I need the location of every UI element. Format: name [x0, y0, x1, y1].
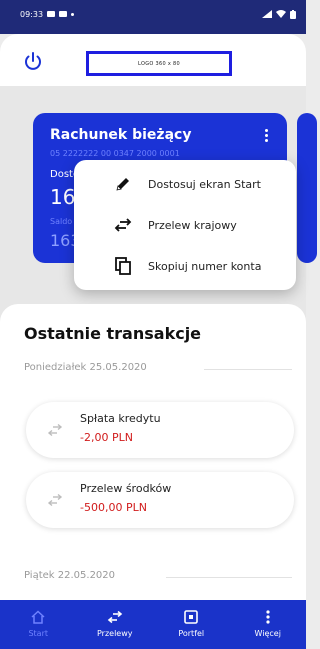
wifi-icon	[276, 10, 286, 18]
menu-dot-icon	[264, 134, 268, 137]
recent-transactions-panel: Ostatnie transakcje Poniedziałek 25.05.2…	[0, 304, 306, 600]
pencil-icon	[112, 173, 134, 195]
menu-item-customize-start[interactable]: Dostosuj ekran Start	[74, 164, 296, 204]
menu-item-copy-account-number[interactable]: Skopiuj numer konta	[74, 246, 296, 286]
nav-label: Przelewy	[96, 629, 133, 638]
bottom-navigation: Start Przelewy Portfel Więcej	[0, 600, 306, 649]
nav-label: Portfel	[178, 629, 205, 638]
account-title: Rachunek bieżący	[50, 127, 192, 143]
home-icon	[30, 609, 46, 625]
notification-dot-icon	[71, 12, 75, 16]
date-header: Piątek 22.05.2020	[24, 570, 116, 581]
status-time: 09:33	[20, 9, 44, 19]
menu-item-label: Przelew krajowy	[148, 218, 237, 232]
status-right	[262, 9, 296, 19]
signal-icon	[262, 10, 272, 18]
transaction-item[interactable]: Przelew środków -500,00 PLN	[26, 472, 294, 528]
menu-dot-icon	[264, 139, 268, 142]
status-left: 09:33	[20, 9, 75, 19]
nav-item-przelewy[interactable]: Przelewy	[77, 600, 154, 649]
wallet-icon	[183, 609, 199, 625]
menu-item-domestic-transfer[interactable]: Przelew krajowy	[74, 205, 296, 245]
transaction-amount: -2,00 PLN	[80, 431, 133, 444]
transfer-icon	[47, 423, 63, 437]
battery-icon	[290, 9, 296, 19]
menu-item-label: Dostosuj ekran Start	[148, 177, 261, 191]
message-notification-icon	[47, 11, 56, 17]
more-icon	[260, 609, 276, 625]
logout-button[interactable]	[22, 50, 44, 72]
copy-icon	[112, 255, 134, 277]
power-icon	[25, 52, 41, 70]
account-menu-button[interactable]	[261, 129, 271, 145]
transfer-icon	[107, 609, 123, 625]
menu-item-label: Skopiuj numer konta	[148, 259, 262, 273]
nav-item-wiecej[interactable]: Więcej	[230, 600, 307, 649]
menu-dot-icon	[264, 129, 268, 132]
account-context-menu: Dostosuj ekran Start Przelew krajowy Sko…	[74, 160, 296, 290]
date-header: Poniedziałek 25.05.2020	[24, 362, 147, 373]
nav-label: Start	[28, 629, 49, 638]
account-number: 05 2222222 00 0347 2000 0001	[50, 149, 180, 158]
app-header: LOGO 360 x 80	[0, 34, 306, 86]
section-title: Ostatnie transakcje	[24, 324, 202, 343]
transaction-amount: -500,00 PLN	[80, 501, 147, 514]
nav-item-start[interactable]: Start	[0, 600, 77, 649]
logo-placeholder: LOGO 360 x 80	[86, 51, 232, 76]
transfer-icon	[47, 493, 63, 507]
next-account-card-peek[interactable]	[297, 113, 317, 263]
balance-label: Saldo	[50, 217, 73, 226]
transfer-icon	[112, 214, 134, 236]
date-divider	[204, 369, 292, 370]
transaction-item[interactable]: Spłata kredytu -2,00 PLN	[26, 402, 294, 458]
nav-item-portfel[interactable]: Portfel	[153, 600, 230, 649]
transaction-name: Przelew środków	[80, 482, 172, 495]
logo-text: LOGO 360 x 80	[138, 60, 180, 67]
nav-label: Więcej	[254, 629, 281, 638]
date-divider	[166, 577, 292, 578]
transaction-name: Spłata kredytu	[80, 412, 161, 425]
status-bar: 09:33	[0, 0, 306, 34]
app-notification-icon	[59, 11, 68, 17]
